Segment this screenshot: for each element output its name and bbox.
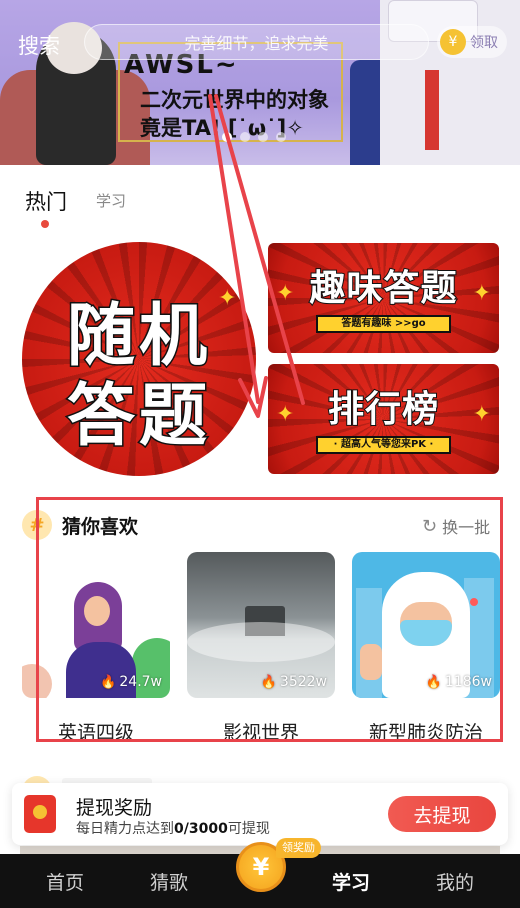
nav-study[interactable]: 学习	[332, 868, 370, 895]
fun-quiz-subtitle: 答题有趣味 >>go	[316, 315, 451, 333]
fog-illustration	[187, 622, 335, 662]
nav-mine[interactable]: 我的	[436, 868, 474, 895]
withdraw-subtitle: 每日精力点达到0/3000可提现	[76, 818, 270, 838]
decor-shape	[22, 664, 52, 698]
tab-hot[interactable]: 热门	[25, 186, 67, 216]
decor-dot	[470, 598, 478, 606]
sparkle-icon: ✦	[218, 286, 237, 311]
coin-icon: ¥	[440, 29, 466, 55]
view-count-value: 24.7w	[119, 674, 162, 690]
nav-guess-song[interactable]: 猜歌	[150, 868, 188, 895]
active-tab-indicator	[41, 220, 49, 228]
search-label[interactable]: 搜索	[18, 30, 60, 60]
leaderboard-subtitle: · 超高人气等您来PK ·	[316, 436, 451, 454]
search-placeholder: 完善细节，追求完美	[184, 34, 329, 53]
section-title-guess: 猜你喜欢	[62, 516, 139, 538]
recommend-card-english[interactable]: 🔥 24.7w	[22, 552, 170, 698]
withdraw-subtitle-prefix: 每日精力点达到	[76, 821, 174, 837]
random-quiz-line2: 答题	[65, 376, 211, 458]
banner-title-line2: 二次元世界中的对象	[140, 88, 329, 112]
leaderboard-card[interactable]: ✦ ✦ 排行榜 · 超高人气等您来PK ·	[268, 364, 499, 474]
banner-dot[interactable]	[240, 132, 250, 142]
banner-pagination[interactable]	[222, 132, 286, 142]
hashtag-icon: #	[22, 510, 52, 540]
fire-icon: 🔥	[260, 674, 277, 690]
reward-badge: 领奖励	[276, 838, 321, 858]
reward-claim-button[interactable]: ¥ 领取	[437, 26, 507, 58]
recommend-label[interactable]: 影视世界	[187, 718, 335, 745]
view-count: 🔥 1186w	[426, 674, 492, 690]
woman-illustration-face	[84, 596, 110, 626]
random-quiz-card[interactable]: 随机 答题 ✦	[22, 242, 256, 476]
fire-icon: 🔥	[100, 674, 117, 690]
refresh-icon: ↻	[422, 515, 438, 537]
view-count: 🔥 24.7w	[100, 674, 162, 690]
banner-dot[interactable]	[258, 132, 268, 142]
banner-character-right-tie	[425, 70, 439, 150]
building-illustration	[356, 588, 382, 698]
withdraw-reward-bar[interactable]: 提现奖励 每日精力点达到0/3000可提现 去提现	[12, 783, 508, 845]
withdraw-title: 提现奖励	[76, 797, 153, 819]
withdraw-subtitle-suffix: 可提现	[227, 821, 270, 837]
banner-dot[interactable]	[276, 132, 286, 142]
view-count: 🔥 3522w	[261, 674, 327, 690]
thumbs-up-illustration	[360, 644, 382, 680]
recommend-card-movies[interactable]: 🔥 3522w	[187, 552, 335, 698]
tab-study[interactable]: 学习	[96, 190, 126, 211]
reward-claim-label: 领取	[470, 35, 498, 51]
withdraw-progress-value: 0/3000	[174, 821, 228, 837]
leaderboard-title: 排行榜	[327, 388, 439, 431]
fun-quiz-card[interactable]: ✦ ✦ 趣味答题 答题有趣味 >>go	[268, 243, 499, 353]
fire-icon: 🔥	[425, 674, 442, 690]
red-envelope-icon	[24, 795, 56, 833]
view-count-value: 1186w	[444, 674, 492, 690]
withdraw-button[interactable]: 去提现	[388, 796, 496, 832]
view-count-value: 3522w	[279, 674, 327, 690]
fun-quiz-title: 趣味答题	[308, 267, 458, 310]
nav-home[interactable]: 首页	[46, 868, 84, 895]
recommend-label[interactable]: 英语四级	[22, 718, 170, 745]
recommend-label[interactable]: 新型肺炎防治	[352, 718, 500, 745]
search-input[interactable]: 完善细节，追求完美	[84, 24, 429, 60]
refresh-button[interactable]: ↻ 换一批	[422, 514, 490, 538]
recommend-card-pneumonia[interactable]: 🔥 1186w	[352, 552, 500, 698]
banner-dot[interactable]	[222, 132, 232, 142]
refresh-label: 换一批	[442, 518, 491, 537]
screen: AWSL~ 二次元世界中的对象 竟是TA! [˙ω˙]✧ 搜索 完善细节，追求完…	[0, 0, 520, 908]
